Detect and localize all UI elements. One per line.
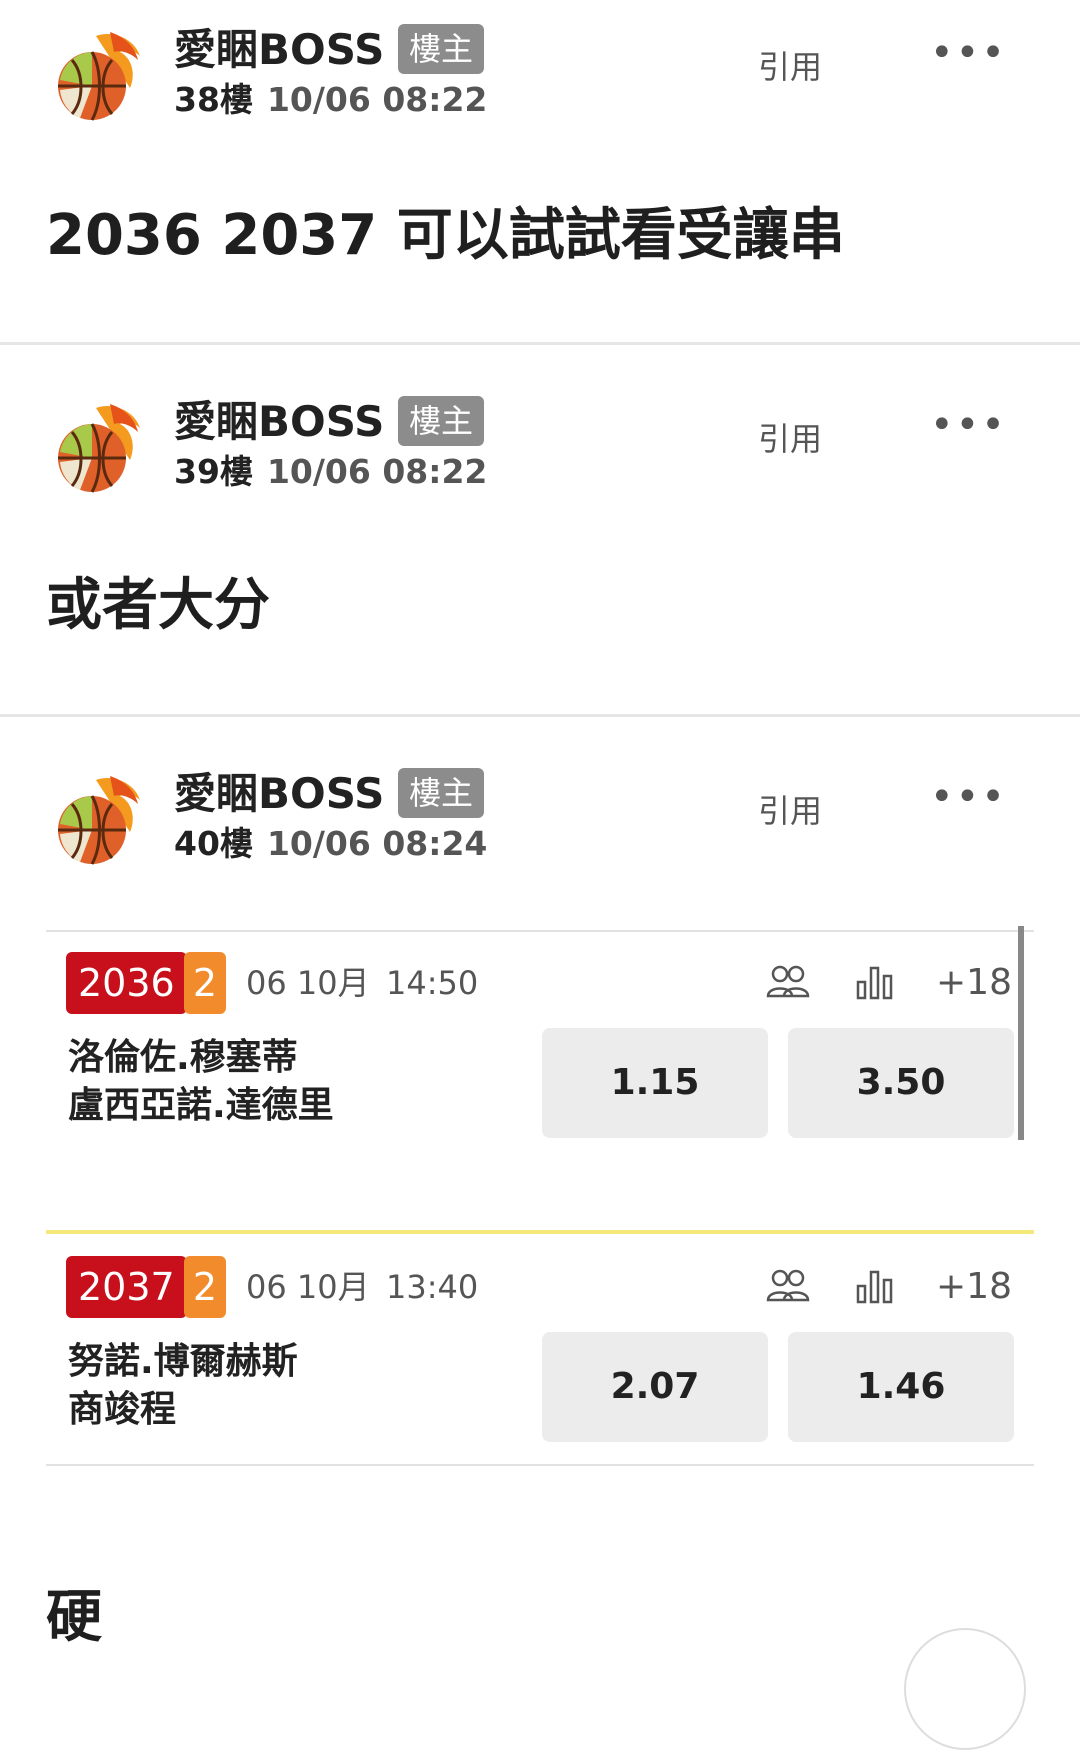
post-content: 硬	[46, 1585, 102, 1650]
match-date: 06 10月	[246, 1268, 370, 1306]
avatar[interactable]	[50, 30, 142, 122]
match-separator	[46, 1230, 1034, 1234]
quote-button[interactable]: 引用	[758, 786, 822, 832]
post-39: 愛睏BOSS 樓主 39樓 10/06 08:22 引用 ••• 或者大分	[0, 372, 1080, 712]
match-code-badge: 2036	[66, 952, 187, 1014]
post-divider	[0, 714, 1080, 717]
more-icon[interactable]: •••	[930, 30, 1007, 76]
match-row: 2036 2 06 10月 14:50 +18 洛倫佐.穆塞蒂 盧西亞諾.達德里…	[46, 950, 1034, 1140]
odds-button-away[interactable]: 1.46	[788, 1332, 1014, 1442]
post-content: 或者大分	[46, 573, 270, 638]
match-time: 14:50	[386, 964, 479, 1002]
post-meta: 39樓 10/06 08:22	[174, 452, 487, 492]
floor-number: 39樓	[174, 452, 253, 491]
match-row: 2037 2 06 10月 13:40 +18 努諾.博爾赫斯 商竣程 2.07…	[46, 1254, 1034, 1444]
stats-icon[interactable]	[852, 1266, 900, 1306]
post-meta: 38樓 10/06 08:22	[174, 80, 487, 120]
avatar[interactable]	[50, 402, 142, 494]
team-home: 努諾.博爾赫斯	[68, 1341, 298, 1382]
post-38: 愛睏BOSS 樓主 38樓 10/06 08:22 引用 ••• 2036 203…	[0, 0, 1080, 340]
players-icon[interactable]	[764, 962, 812, 1002]
more-markets-count[interactable]: +18	[936, 1256, 1012, 1318]
more-icon[interactable]: •••	[930, 402, 1007, 448]
post-time: 10/06 08:24	[266, 824, 488, 863]
op-badge: 樓主	[398, 768, 484, 818]
username[interactable]: 愛睏BOSS	[174, 770, 384, 818]
odds-button-home[interactable]: 2.07	[542, 1332, 768, 1442]
team-away: 盧西亞諾.達德里	[68, 1085, 334, 1126]
post-40: 愛睏BOSS 樓主 40樓 10/06 08:24 引用 •••	[0, 744, 1080, 884]
match-code-badge: 2037	[66, 1256, 187, 1318]
players-icon[interactable]	[764, 1266, 812, 1306]
match-date: 06 10月	[246, 964, 370, 1002]
quote-button[interactable]: 引用	[758, 414, 822, 460]
username[interactable]: 愛睏BOSS	[174, 398, 384, 446]
post-time: 10/06 08:22	[266, 80, 488, 119]
odds-button-home[interactable]: 1.15	[542, 1028, 768, 1138]
odds-button-away[interactable]: 3.50	[788, 1028, 1014, 1138]
post-content: 2036 2037 可以試試看受讓串	[46, 203, 845, 268]
stats-icon[interactable]	[852, 962, 900, 1002]
floor-number: 40樓	[174, 824, 253, 863]
quote-button[interactable]: 引用	[758, 42, 822, 88]
more-markets-count[interactable]: +18	[936, 952, 1012, 1014]
match-count-badge: 2	[184, 1256, 226, 1318]
team-away: 商竣程	[68, 1389, 177, 1430]
post-meta: 40樓 10/06 08:24	[174, 824, 487, 864]
post-divider	[0, 342, 1080, 345]
match-count-badge: 2	[184, 952, 226, 1014]
floor-number: 38樓	[174, 80, 253, 119]
avatar[interactable]	[50, 774, 142, 866]
op-badge: 樓主	[398, 396, 484, 446]
post-time: 10/06 08:22	[266, 452, 488, 491]
match-top-rule	[46, 930, 1034, 932]
op-badge: 樓主	[398, 24, 484, 74]
match-time: 13:40	[386, 1268, 479, 1306]
more-icon[interactable]: •••	[930, 774, 1007, 820]
username[interactable]: 愛睏BOSS	[174, 26, 384, 74]
floating-action-button[interactable]	[904, 1628, 1026, 1750]
match-bottom-rule	[46, 1464, 1034, 1466]
team-home: 洛倫佐.穆塞蒂	[68, 1037, 298, 1078]
